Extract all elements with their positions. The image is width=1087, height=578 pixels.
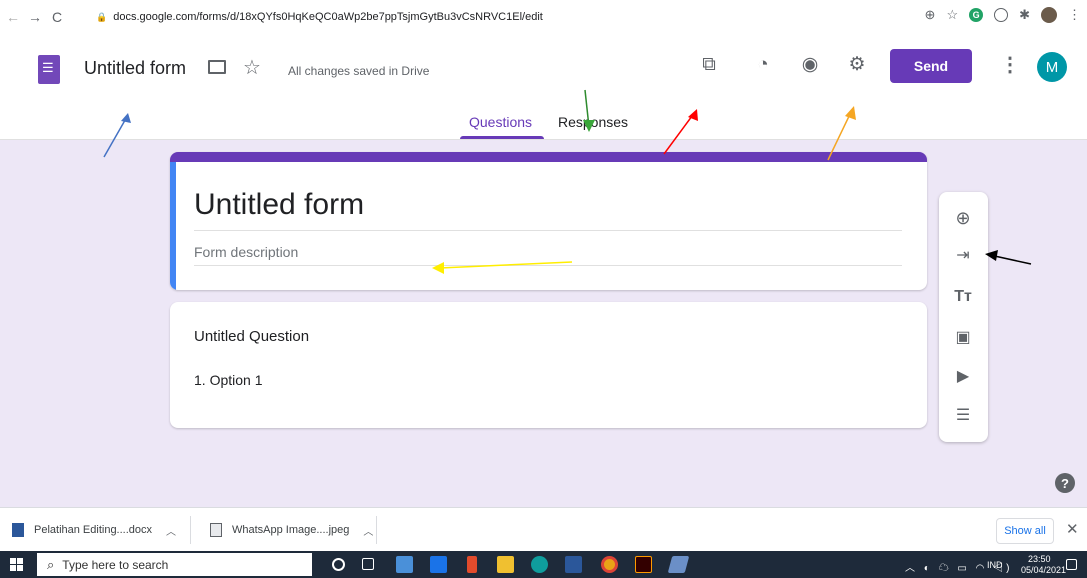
add-video-icon[interactable]: ▶ xyxy=(951,365,975,389)
import-questions-icon[interactable]: ⇥ xyxy=(951,244,975,268)
illustrator-icon[interactable] xyxy=(635,556,652,573)
download-item[interactable]: WhatsApp Image....jpeg ︿ xyxy=(210,520,373,540)
zoom-icon[interactable]: ⊕ xyxy=(925,7,936,23)
address-bar[interactable]: 🔒 docs.google.com/forms/d/18xQYfs0HqKeQC… xyxy=(96,6,886,28)
store-icon[interactable] xyxy=(396,556,413,573)
download-filename: Pelatihan Editing....docx xyxy=(34,524,153,536)
add-ons-puzzle-icon[interactable]: ⧉ xyxy=(698,54,720,76)
add-title-icon[interactable]: Tт xyxy=(951,285,975,309)
download-item[interactable]: Pelatihan Editing....docx ︿ xyxy=(12,520,176,540)
chevron-up-icon[interactable]: ︿ xyxy=(363,523,373,538)
form-title[interactable]: Untitled form xyxy=(194,188,364,222)
extension-icon[interactable] xyxy=(994,8,1009,22)
grammarly-extension-icon[interactable]: G xyxy=(969,8,984,22)
help-icon[interactable]: ? xyxy=(1055,473,1075,493)
file-explorer-icon[interactable] xyxy=(497,556,514,573)
image-file-icon xyxy=(210,523,222,537)
browser-toolbar: ← → C 🔒 docs.google.com/forms/d/18xQYfs0… xyxy=(0,0,1087,34)
word-file-icon xyxy=(12,523,24,537)
palette-icon[interactable]: ◔ xyxy=(752,54,774,76)
figma-icon[interactable] xyxy=(467,556,477,573)
document-title[interactable]: Untitled form xyxy=(84,58,186,79)
floating-toolbar: ⊕ ⇥ Tт ▣ ▶ ☰ xyxy=(939,192,988,442)
question-option[interactable]: 1. Option 1 xyxy=(194,372,263,388)
settings-gear-icon[interactable]: ⚙ xyxy=(846,54,868,76)
chevron-up-icon[interactable]: ︿ xyxy=(166,523,176,538)
notifications-icon[interactable] xyxy=(1066,559,1077,570)
question-card[interactable]: Untitled Question 1. Option 1 xyxy=(170,302,927,428)
browser-actions: ⊕ ☆ G ✱ ⋮ xyxy=(925,7,1081,23)
google-forms-logo-icon[interactable] xyxy=(38,55,60,84)
language-indicator[interactable]: IND xyxy=(987,560,1003,570)
extensions-puzzle-icon[interactable]: ✱ xyxy=(1019,7,1030,23)
back-icon[interactable]: ← xyxy=(2,9,24,25)
close-icon[interactable]: ✕ xyxy=(1066,520,1079,538)
move-to-folder-icon[interactable] xyxy=(208,60,226,74)
clock-date[interactable]: 05/04/2021 xyxy=(1021,565,1066,575)
divider xyxy=(376,516,377,544)
tab-responses[interactable]: Responses xyxy=(558,114,628,130)
lock-icon: 🔒 xyxy=(96,11,108,22)
description-underline xyxy=(194,265,902,266)
show-all-button[interactable]: Show all xyxy=(996,518,1054,544)
title-underline xyxy=(194,230,902,231)
word-icon[interactable] xyxy=(565,556,582,573)
form-description-input[interactable]: Form description xyxy=(194,244,298,260)
preview-eye-icon[interactable]: ◉ xyxy=(799,54,821,76)
url-text: docs.google.com/forms/d/18xQYfs0HqKeQC0a… xyxy=(113,11,543,23)
browser-menu-icon[interactable]: ⋮ xyxy=(1068,7,1081,23)
app-icon[interactable] xyxy=(667,556,690,573)
cortana-icon[interactable] xyxy=(332,558,345,571)
form-canvas: Untitled form Form description Untitled … xyxy=(0,89,1087,507)
edge-icon[interactable] xyxy=(531,556,548,573)
add-section-icon[interactable]: ☰ xyxy=(951,404,975,428)
task-view-icon[interactable] xyxy=(362,558,374,570)
avatar[interactable]: M xyxy=(1037,52,1067,82)
add-question-icon[interactable]: ⊕ xyxy=(951,206,975,230)
star-icon[interactable]: ☆ xyxy=(243,55,261,80)
bookmark-star-icon[interactable]: ☆ xyxy=(946,7,958,23)
forms-header: Untitled form ☆ All changes saved in Dri… xyxy=(0,34,1087,140)
profile-icon[interactable] xyxy=(1041,7,1057,23)
windows-taskbar: ⌕ Type here to search ︿ ◐ ☁ ▭ ◠ ◁) IND 2… xyxy=(0,551,1087,578)
downloads-bar: Pelatihan Editing....docx ︿ WhatsApp Ima… xyxy=(0,507,1087,551)
send-button[interactable]: Send xyxy=(890,49,972,83)
forward-icon[interactable]: → xyxy=(24,9,46,25)
download-filename: WhatsApp Image....jpeg xyxy=(232,524,350,536)
save-status: All changes saved in Drive xyxy=(288,64,430,78)
chrome-icon[interactable] xyxy=(601,556,618,573)
form-title-card[interactable]: Untitled form Form description xyxy=(170,152,927,290)
reload-icon[interactable]: C xyxy=(46,9,68,25)
question-title[interactable]: Untitled Question xyxy=(194,328,309,345)
search-placeholder: Type here to search xyxy=(62,557,169,572)
form-tabs: Questions Responses xyxy=(0,106,1087,140)
more-options-icon[interactable]: ⋮ xyxy=(1000,52,1020,77)
add-image-icon[interactable]: ▣ xyxy=(951,326,975,350)
tab-questions[interactable]: Questions xyxy=(469,114,532,130)
search-icon: ⌕ xyxy=(47,556,55,572)
active-tab-indicator xyxy=(460,136,544,139)
divider xyxy=(190,516,191,544)
mail-icon[interactable] xyxy=(430,556,447,573)
windows-start-icon[interactable] xyxy=(10,558,23,571)
clock-time[interactable]: 23:50 xyxy=(1028,554,1051,564)
taskbar-search-input[interactable]: ⌕ Type here to search xyxy=(37,553,312,576)
